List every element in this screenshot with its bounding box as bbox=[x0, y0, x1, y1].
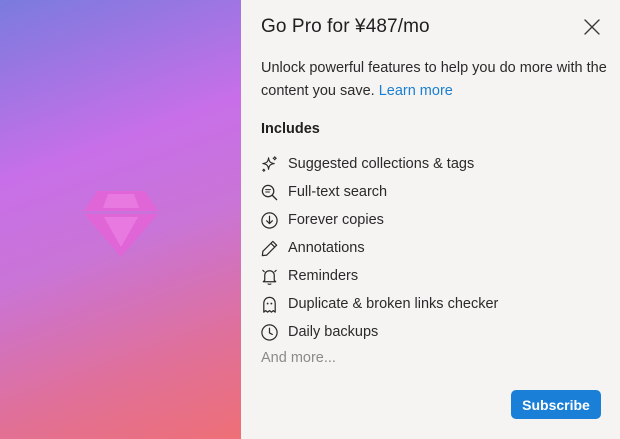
list-item: Suggested collections & tags bbox=[260, 150, 498, 178]
list-item: Forever copies bbox=[260, 206, 498, 234]
search-text-icon bbox=[261, 184, 278, 200]
includes-heading: Includes bbox=[261, 121, 320, 137]
close-icon[interactable] bbox=[583, 18, 601, 36]
feature-label: Reminders bbox=[288, 268, 359, 284]
dialog-title: Go Pro for ¥487/mo bbox=[261, 16, 430, 37]
and-more-text: And more... bbox=[261, 350, 336, 366]
list-item: Reminders bbox=[260, 262, 498, 290]
feature-list: Suggested collections & tags Full-text s… bbox=[260, 150, 498, 346]
diamond-icon bbox=[83, 190, 158, 257]
feature-label: Full-text search bbox=[288, 184, 388, 200]
list-item: Daily backups bbox=[260, 318, 498, 346]
ghost-icon bbox=[263, 296, 276, 313]
subscribe-button[interactable]: Subscribe bbox=[511, 390, 601, 419]
list-item: Duplicate & broken links checker bbox=[260, 290, 498, 318]
hero-gradient-panel bbox=[0, 0, 241, 439]
cloud-download-icon bbox=[261, 211, 278, 229]
feature-label: Daily backups bbox=[288, 324, 379, 340]
feature-label: Forever copies bbox=[288, 212, 384, 228]
list-item: Annotations bbox=[260, 234, 498, 262]
feature-label: Duplicate & broken links checker bbox=[288, 296, 499, 312]
sparkle-icon bbox=[262, 155, 277, 172]
pencil-icon bbox=[261, 240, 278, 256]
dialog-description: Unlock powerful features to help you do … bbox=[261, 57, 613, 103]
dialog-content: Go Pro for ¥487/mo Unlock powerful featu… bbox=[241, 0, 620, 439]
clock-icon bbox=[261, 323, 278, 341]
feature-label: Suggested collections & tags bbox=[288, 156, 475, 172]
bell-icon bbox=[262, 269, 277, 285]
feature-label: Annotations bbox=[288, 240, 365, 256]
list-item: Full-text search bbox=[260, 178, 498, 206]
go-pro-dialog: Go Pro for ¥487/mo Unlock powerful featu… bbox=[0, 0, 620, 439]
learn-more-link[interactable]: Learn more bbox=[379, 83, 453, 99]
